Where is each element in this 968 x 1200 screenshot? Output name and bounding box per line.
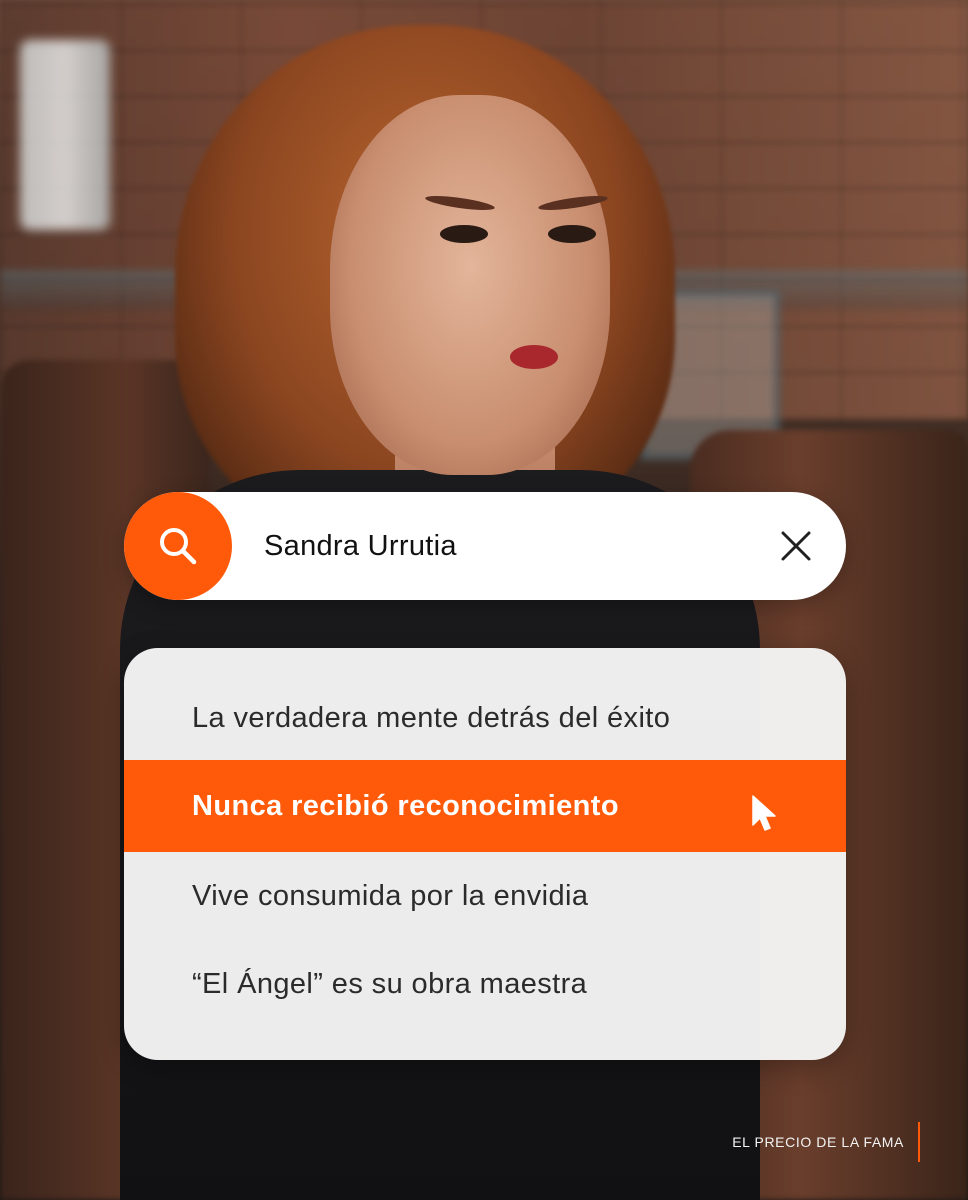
brand-watermark: EL PRECIO DE LA FAMA (732, 1122, 920, 1162)
suggestion-item[interactable]: La verdadera mente detrás del éxito (124, 672, 846, 764)
suggestion-item[interactable]: “El Ángel” es su obra maestra (124, 938, 846, 1030)
search-icon (160, 528, 197, 565)
portrait-face (330, 95, 610, 475)
portrait-right-eye (548, 225, 596, 243)
search-button[interactable] (124, 492, 232, 600)
close-icon (781, 531, 811, 561)
brand-text: EL PRECIO DE LA FAMA (732, 1134, 904, 1150)
search-input[interactable]: Sandra Urrutia (264, 492, 457, 600)
background-vase (20, 40, 110, 230)
suggestion-label: Vive consumida por la envidia (192, 879, 589, 912)
clear-search-button[interactable] (776, 526, 816, 566)
mouse-pointer-icon (752, 795, 776, 831)
suggestion-item-selected[interactable]: Nunca recibió reconocimiento (124, 760, 846, 852)
suggestion-label: Nunca recibió reconocimiento (192, 789, 619, 822)
search-bar: Sandra Urrutia (124, 492, 846, 600)
suggestion-label: “El Ángel” es su obra maestra (192, 967, 588, 1000)
promo-screen: Sandra Urrutia La verdadera mente detrás… (0, 0, 968, 1200)
portrait-lips (510, 345, 558, 369)
suggestions-dropdown: La verdadera mente detrás del éxito Nunc… (124, 648, 846, 1060)
brand-accent-bar (918, 1122, 920, 1162)
suggestion-label: La verdadera mente detrás del éxito (192, 701, 671, 734)
portrait-left-eye (440, 225, 488, 243)
suggestion-item[interactable]: Vive consumida por la envidia (124, 850, 846, 942)
